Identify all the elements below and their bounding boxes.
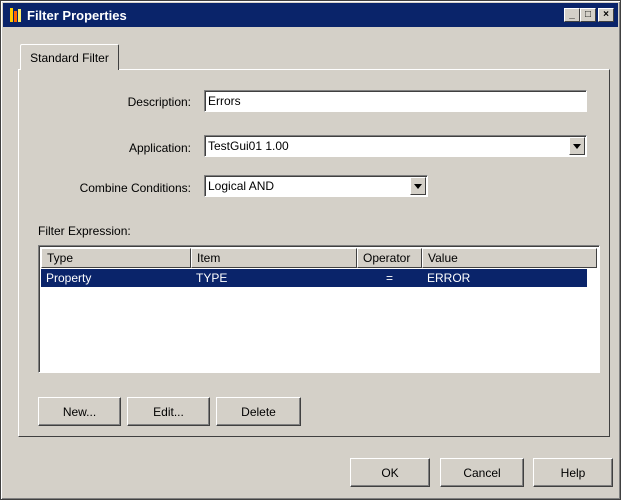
cell-type: Property: [46, 271, 92, 285]
description-label: Description:: [127, 95, 191, 109]
column-header-value[interactable]: Value: [422, 248, 597, 268]
application-label: Application:: [128, 141, 191, 155]
ok-button[interactable]: OK: [350, 458, 430, 487]
title-bar[interactable]: Filter Properties _ □ ×: [3, 3, 618, 27]
edit-button[interactable]: Edit...: [127, 397, 210, 426]
window-title: Filter Properties: [27, 7, 127, 23]
delete-button[interactable]: Delete: [216, 397, 301, 426]
chevron-down-icon[interactable]: [410, 177, 426, 195]
filter-properties-window: Filter Properties _ □ × Standard Filter …: [0, 0, 621, 500]
tab-standard-filter[interactable]: Standard Filter: [20, 44, 119, 70]
column-header-type[interactable]: Type: [41, 248, 191, 268]
cell-item: TYPE: [196, 271, 228, 285]
cell-operator: =: [385, 271, 393, 285]
list-header: Type Item Operator Value: [41, 248, 597, 268]
combine-conditions-label: Combine Conditions:: [79, 181, 191, 195]
table-row[interactable]: Property TYPE = ERROR: [41, 269, 587, 287]
close-button[interactable]: ×: [598, 8, 614, 22]
cancel-button[interactable]: Cancel: [440, 458, 524, 487]
cell-value: ERROR: [427, 271, 471, 285]
combine-conditions-select[interactable]: Logical AND: [204, 175, 428, 197]
new-button[interactable]: New...: [38, 397, 121, 426]
chevron-down-icon[interactable]: [569, 137, 585, 155]
description-input[interactable]: Errors: [204, 90, 587, 112]
combine-conditions-value: Logical AND: [208, 179, 275, 193]
app-icon: [9, 7, 23, 23]
maximize-button[interactable]: □: [580, 8, 596, 22]
column-header-operator[interactable]: Operator: [357, 248, 422, 268]
help-button[interactable]: Help: [533, 458, 613, 487]
column-header-item[interactable]: Item: [191, 248, 357, 268]
application-select[interactable]: TestGui01 1.00: [204, 135, 587, 157]
filter-expression-label: Filter Expression:: [38, 224, 131, 238]
minimize-button[interactable]: _: [564, 8, 580, 22]
filter-expression-list[interactable]: Type Item Operator Value Property TYPE =…: [38, 245, 600, 373]
application-select-value: TestGui01 1.00: [208, 139, 289, 153]
